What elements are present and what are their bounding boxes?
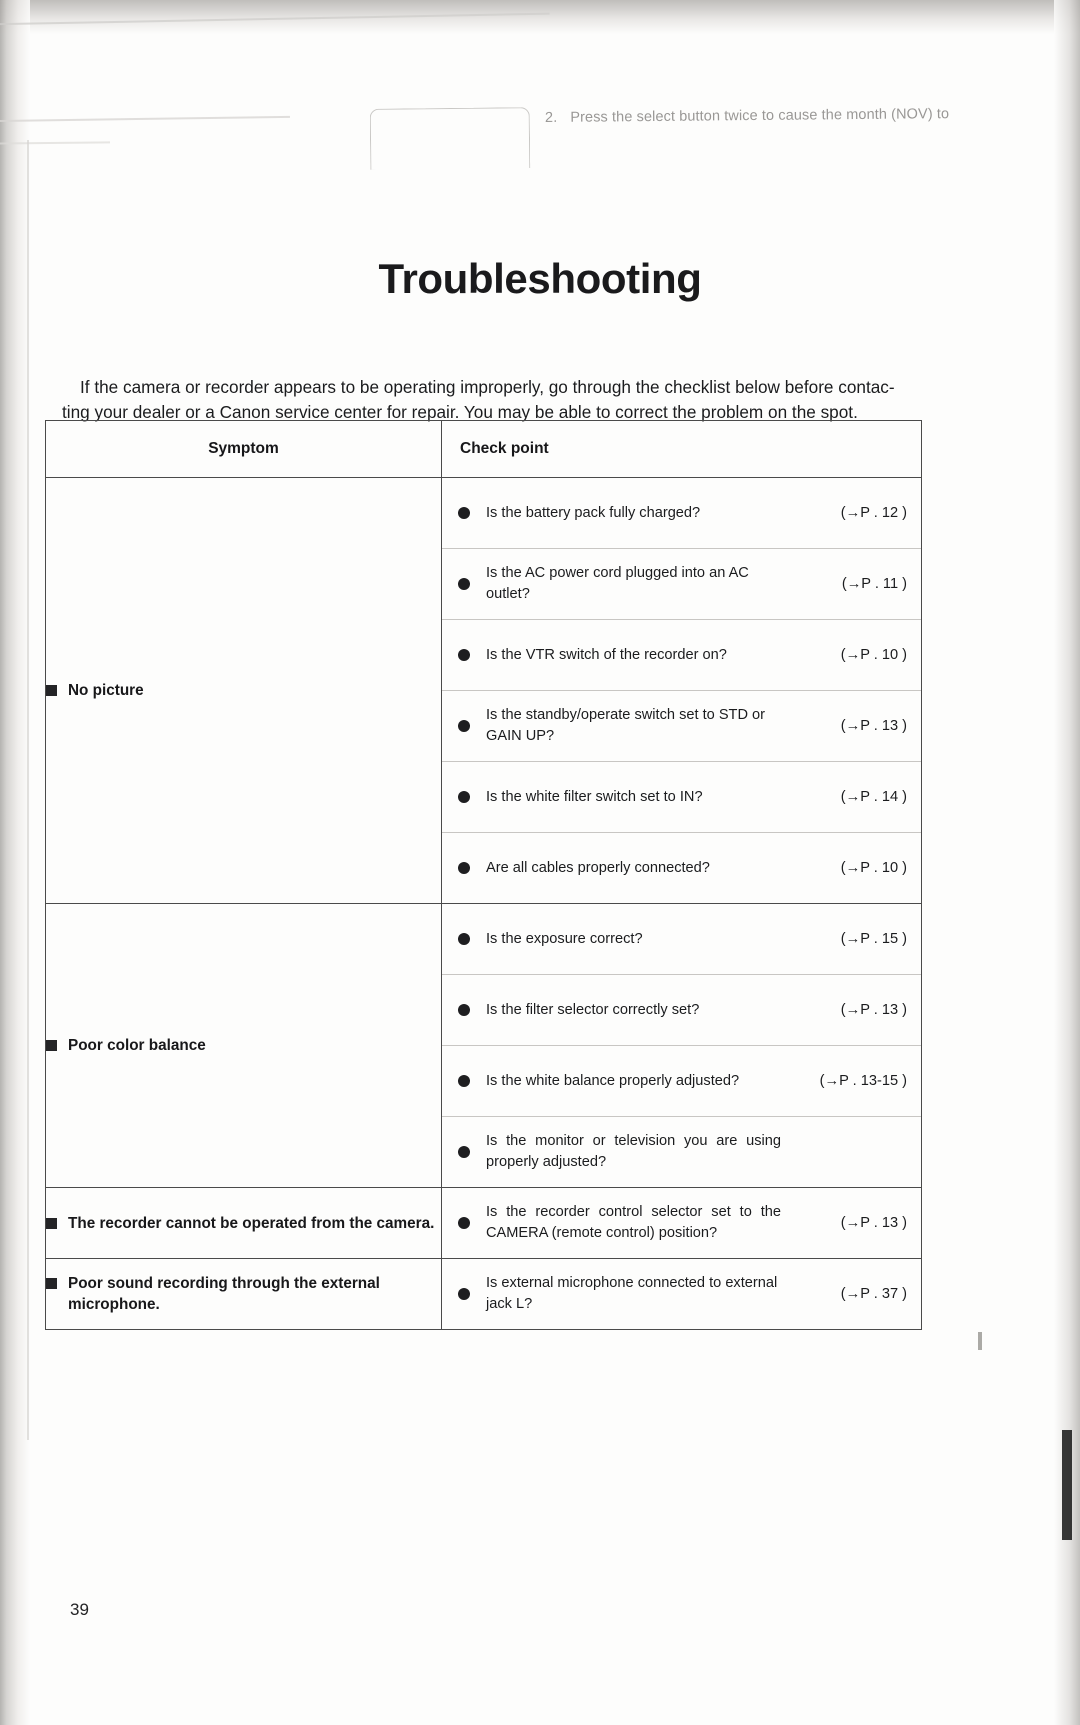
column-header-check-point: Check point [441, 420, 922, 478]
table-row: No picture Is the battery pack fully cha… [45, 477, 922, 904]
check-point-item: Is the recorder control selector set to … [442, 1188, 921, 1258]
intro-paragraph: If the camera or recorder appears to be … [62, 375, 938, 425]
symptom-cell: The recorder cannot be operated from the… [45, 1187, 442, 1259]
symptom-label: No picture [68, 682, 144, 699]
symptom-cell: Poor color balance [45, 903, 442, 1188]
round-bullet-icon [458, 862, 470, 874]
page-reference: (→P . 13-15 ) [819, 1073, 907, 1089]
check-point-list: Is the exposure correct? (→P . 15 ) Is t… [442, 904, 921, 1187]
check-point-item: Is the battery pack fully charged? (→P .… [442, 478, 921, 549]
page-reference: (→P . 10 ) [840, 860, 907, 876]
symptom-label: Poor sound recording through the externa… [68, 1275, 380, 1313]
check-point-cell: Is external microphone connected to exte… [441, 1258, 922, 1330]
check-point-cell: Is the battery pack fully charged? (→P .… [441, 477, 922, 904]
check-point-text: Is the VTR switch of the recorder on? [486, 646, 727, 663]
round-bullet-icon [458, 1075, 470, 1087]
check-point-cell: Is the recorder control selector set to … [441, 1187, 922, 1259]
round-bullet-icon [458, 507, 470, 519]
round-bullet-icon [458, 578, 470, 590]
round-bullet-icon [458, 720, 470, 732]
scanned-manual-page: 2. Press the select button twice to cause… [0, 0, 1080, 1725]
page-reference: (→P . 13 ) [840, 1215, 907, 1231]
page-reference: (→P . 10 ) [840, 647, 907, 663]
check-point-item: Is the AC power cord plugged into an AC … [442, 549, 921, 620]
check-point-list: Is the battery pack fully charged? (→P .… [442, 478, 921, 903]
square-bullet-icon [46, 1040, 57, 1051]
page-reference: (→P . 13 ) [840, 1002, 907, 1018]
round-bullet-icon [458, 1288, 470, 1300]
check-point-item: Is the VTR switch of the recorder on? (→… [442, 620, 921, 691]
column-header-symptom: Symptom [45, 420, 442, 478]
troubleshooting-table: Symptom Check point No picture Is the ba… [45, 420, 922, 1330]
round-bullet-icon [458, 1146, 470, 1158]
page-reference: (→P . 13 ) [840, 718, 907, 734]
page-reference: (→P . 11 ) [841, 576, 907, 592]
round-bullet-icon [458, 1217, 470, 1229]
check-point-item: Is the white filter switch set to IN? (→… [442, 762, 921, 833]
table-row: The recorder cannot be operated from the… [45, 1187, 922, 1259]
check-point-text: Is the white filter switch set to IN? [486, 788, 703, 805]
page-content: Troubleshooting If the camera or recorde… [0, 0, 1080, 1725]
table-header: Symptom Check point [45, 420, 922, 478]
symptom-entry: The recorder cannot be operated from the… [46, 1213, 441, 1234]
intro-line-1: If the camera or recorder appears to be … [80, 377, 895, 398]
check-point-text: Are all cables properly connected? [486, 859, 710, 876]
round-bullet-icon [458, 649, 470, 661]
check-point-text: Is the white balance properly adjusted? [486, 1072, 740, 1089]
square-bullet-icon [46, 685, 57, 696]
check-point-item: Is the filter selector correctly set? (→… [442, 975, 921, 1046]
symptom-entry: Poor color balance [46, 1035, 441, 1056]
page-reference: (→P . 12 ) [840, 505, 907, 521]
check-point-item: Is the exposure correct? (→P . 15 ) [442, 904, 921, 975]
check-point-text: Is the recorder control selector set to … [486, 1204, 781, 1241]
check-point-item: Is external microphone connected to exte… [442, 1259, 921, 1329]
check-point-cell: Is the exposure correct? (→P . 15 ) Is t… [441, 903, 922, 1188]
symptom-cell: Poor sound recording through the externa… [45, 1258, 442, 1330]
round-bullet-icon [458, 933, 470, 945]
page-reference: (→P . 15 ) [840, 931, 907, 947]
symptom-cell: No picture [45, 477, 442, 904]
table-header-row: Symptom Check point [45, 420, 922, 478]
square-bullet-icon [46, 1278, 57, 1289]
check-point-item: Are all cables properly connected? (→P .… [442, 833, 921, 903]
check-point-text: Is the standby/operate switch set to STD… [486, 707, 766, 744]
check-point-list: Is the recorder control selector set to … [442, 1188, 921, 1258]
check-point-text: Is the exposure correct? [486, 930, 643, 947]
round-bullet-icon [458, 1004, 470, 1016]
page-reference: (→P . 37 ) [840, 1286, 907, 1302]
check-point-list: Is external microphone connected to exte… [442, 1259, 921, 1329]
check-point-text: Is the monitor or television you are usi… [486, 1133, 781, 1170]
page-title: Troubleshooting [378, 255, 702, 302]
check-point-text: Is the battery pack fully charged? [486, 504, 701, 521]
page-reference: (→P . 14 ) [840, 789, 907, 805]
check-point-text: Is the AC power cord plugged into an AC … [486, 565, 749, 602]
check-point-item: Is the monitor or television you are usi… [442, 1117, 921, 1187]
page-number: 39 [70, 1600, 89, 1619]
symptom-label: Poor color balance [68, 1037, 206, 1054]
check-point-item: Is the standby/operate switch set to STD… [442, 691, 921, 762]
square-bullet-icon [46, 1217, 57, 1229]
check-point-text: Is the filter selector correctly set? [486, 1001, 700, 1018]
table-row: Poor color balance Is the exposure corre… [45, 903, 922, 1188]
round-bullet-icon [458, 791, 470, 803]
symptom-entry: Poor sound recording through the externa… [46, 1273, 441, 1315]
check-point-item: Is the white balance properly adjusted? … [442, 1046, 921, 1117]
symptom-entry: No picture [46, 680, 441, 701]
symptom-label: The recorder cannot be operated from the… [68, 1214, 435, 1232]
table-row: Poor sound recording through the externa… [45, 1258, 922, 1330]
table-body: No picture Is the battery pack fully cha… [45, 477, 922, 1330]
check-point-text: Is external microphone connected to exte… [486, 1275, 778, 1312]
